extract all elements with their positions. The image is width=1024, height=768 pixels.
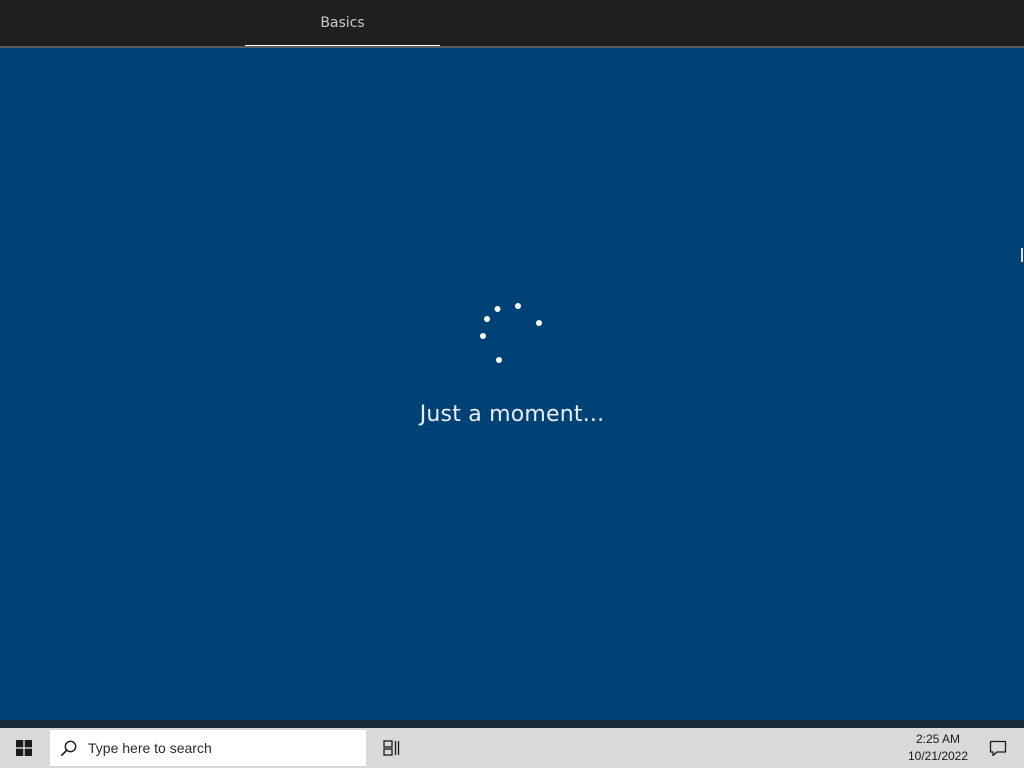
taskbar-search-box[interactable]: Type here to search xyxy=(50,730,366,766)
windows-logo-icon xyxy=(16,740,32,756)
oobe-top-bar: Basics xyxy=(0,0,1024,48)
taskbar: Type here to search 2:25 AM 10/21/2022 xyxy=(0,728,1024,768)
clock-date: 10/21/2022 xyxy=(907,749,969,763)
start-button[interactable] xyxy=(0,728,48,768)
task-view-icon xyxy=(383,740,400,756)
spinner-dot xyxy=(496,357,502,363)
tab-basics-label: Basics xyxy=(320,15,365,31)
notification-icon xyxy=(989,740,1007,757)
loading-status-text: Just a moment... xyxy=(419,402,605,427)
oobe-screen: Basics Just a moment... Type here to sea… xyxy=(0,0,1024,768)
spinner-dot xyxy=(484,316,490,322)
action-center-button[interactable] xyxy=(978,728,1018,768)
spinner-dot xyxy=(515,303,521,309)
taskbar-clock[interactable]: 2:25 AM 10/21/2022 xyxy=(900,730,976,766)
taskbar-separator xyxy=(0,720,1024,728)
spinner-dot xyxy=(536,320,542,326)
clock-time: 2:25 AM xyxy=(915,732,961,746)
search-icon xyxy=(50,730,88,766)
edge-cursor-mark xyxy=(1021,248,1023,262)
tab-basics[interactable]: Basics xyxy=(245,0,440,46)
spinner-dot xyxy=(494,306,501,312)
spinner-dot xyxy=(480,333,486,339)
task-view-button[interactable] xyxy=(370,728,414,768)
loading-spinner xyxy=(480,303,542,363)
search-placeholder: Type here to search xyxy=(88,740,212,756)
main-content: Just a moment... xyxy=(0,48,1024,720)
